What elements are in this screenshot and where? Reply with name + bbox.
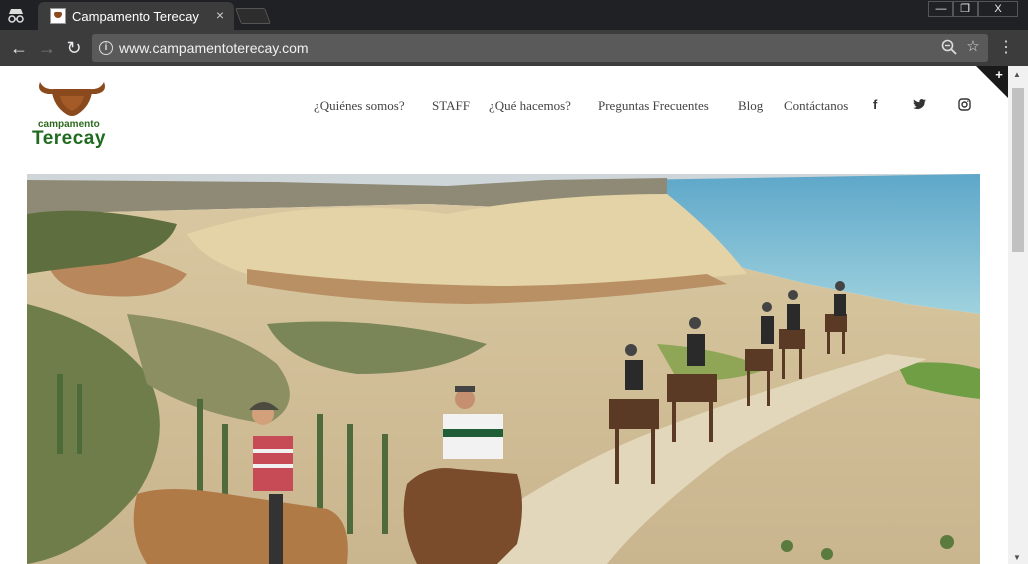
scroll-up-icon[interactable]: ▲ [1013, 70, 1021, 79]
scroll-thumb[interactable] [1012, 88, 1024, 252]
instagram-icon[interactable] [958, 98, 971, 111]
site-logo[interactable]: campamento Terecay [30, 78, 114, 149]
browser-toolbar: ← → ↻ i www.campamentoterecay.com ☆ ⋮ [0, 30, 1028, 66]
plus-icon: + [995, 67, 1003, 82]
minimize-button[interactable]: — [928, 1, 954, 17]
restore-button[interactable]: ❐ [952, 1, 978, 17]
hero-image-horseback-riding [27, 174, 980, 564]
address-bar[interactable]: i www.campamentoterecay.com ☆ [92, 34, 988, 62]
reload-icon[interactable]: ↻ [63, 37, 85, 59]
tab-close-icon[interactable]: × [216, 7, 224, 23]
bull-head-icon [39, 82, 105, 116]
tab-title: Campamento Terecay [72, 9, 199, 24]
nav-staff[interactable]: STAFF [432, 98, 470, 114]
nav-blog[interactable]: Blog [738, 98, 763, 114]
browser-titlebar: Campamento Terecay × — ❐ X [0, 0, 1028, 30]
twitter-icon[interactable] [913, 99, 926, 110]
facebook-icon[interactable]: f [873, 97, 877, 112]
menu-icon[interactable]: ⋮ [998, 38, 1014, 58]
back-icon[interactable]: ← [8, 37, 30, 59]
close-window-button[interactable]: X [978, 1, 1018, 17]
nav-preguntas-frecuentes[interactable]: Preguntas Frecuentes [598, 98, 709, 114]
forward-icon[interactable]: → [36, 37, 58, 59]
tab-campamento-terecay[interactable]: Campamento Terecay × [38, 2, 234, 30]
page-scrollbar[interactable]: ▲ ▼ [1008, 66, 1028, 564]
incognito-icon [8, 9, 24, 23]
nav-contactanos[interactable]: Contáctanos [784, 98, 848, 114]
url-text[interactable]: www.campamentoterecay.com [119, 40, 309, 56]
page-viewport: + campamento Terecay ¿Quiénes somos? STA… [0, 66, 1008, 564]
zoom-icon[interactable] [940, 38, 958, 56]
nav-que-hacemos[interactable]: ¿Qué hacemos? [489, 98, 571, 114]
corner-plus-button[interactable]: + [976, 66, 1008, 98]
new-tab-button[interactable] [235, 8, 271, 24]
nav-quienes-somos[interactable]: ¿Quiénes somos? [314, 98, 405, 114]
star-icon[interactable]: ☆ [964, 38, 982, 56]
info-icon[interactable]: i [99, 41, 113, 55]
favicon-icon [50, 8, 66, 24]
logo-big-text: Terecay [32, 128, 106, 149]
scroll-down-icon[interactable]: ▼ [1013, 553, 1021, 562]
